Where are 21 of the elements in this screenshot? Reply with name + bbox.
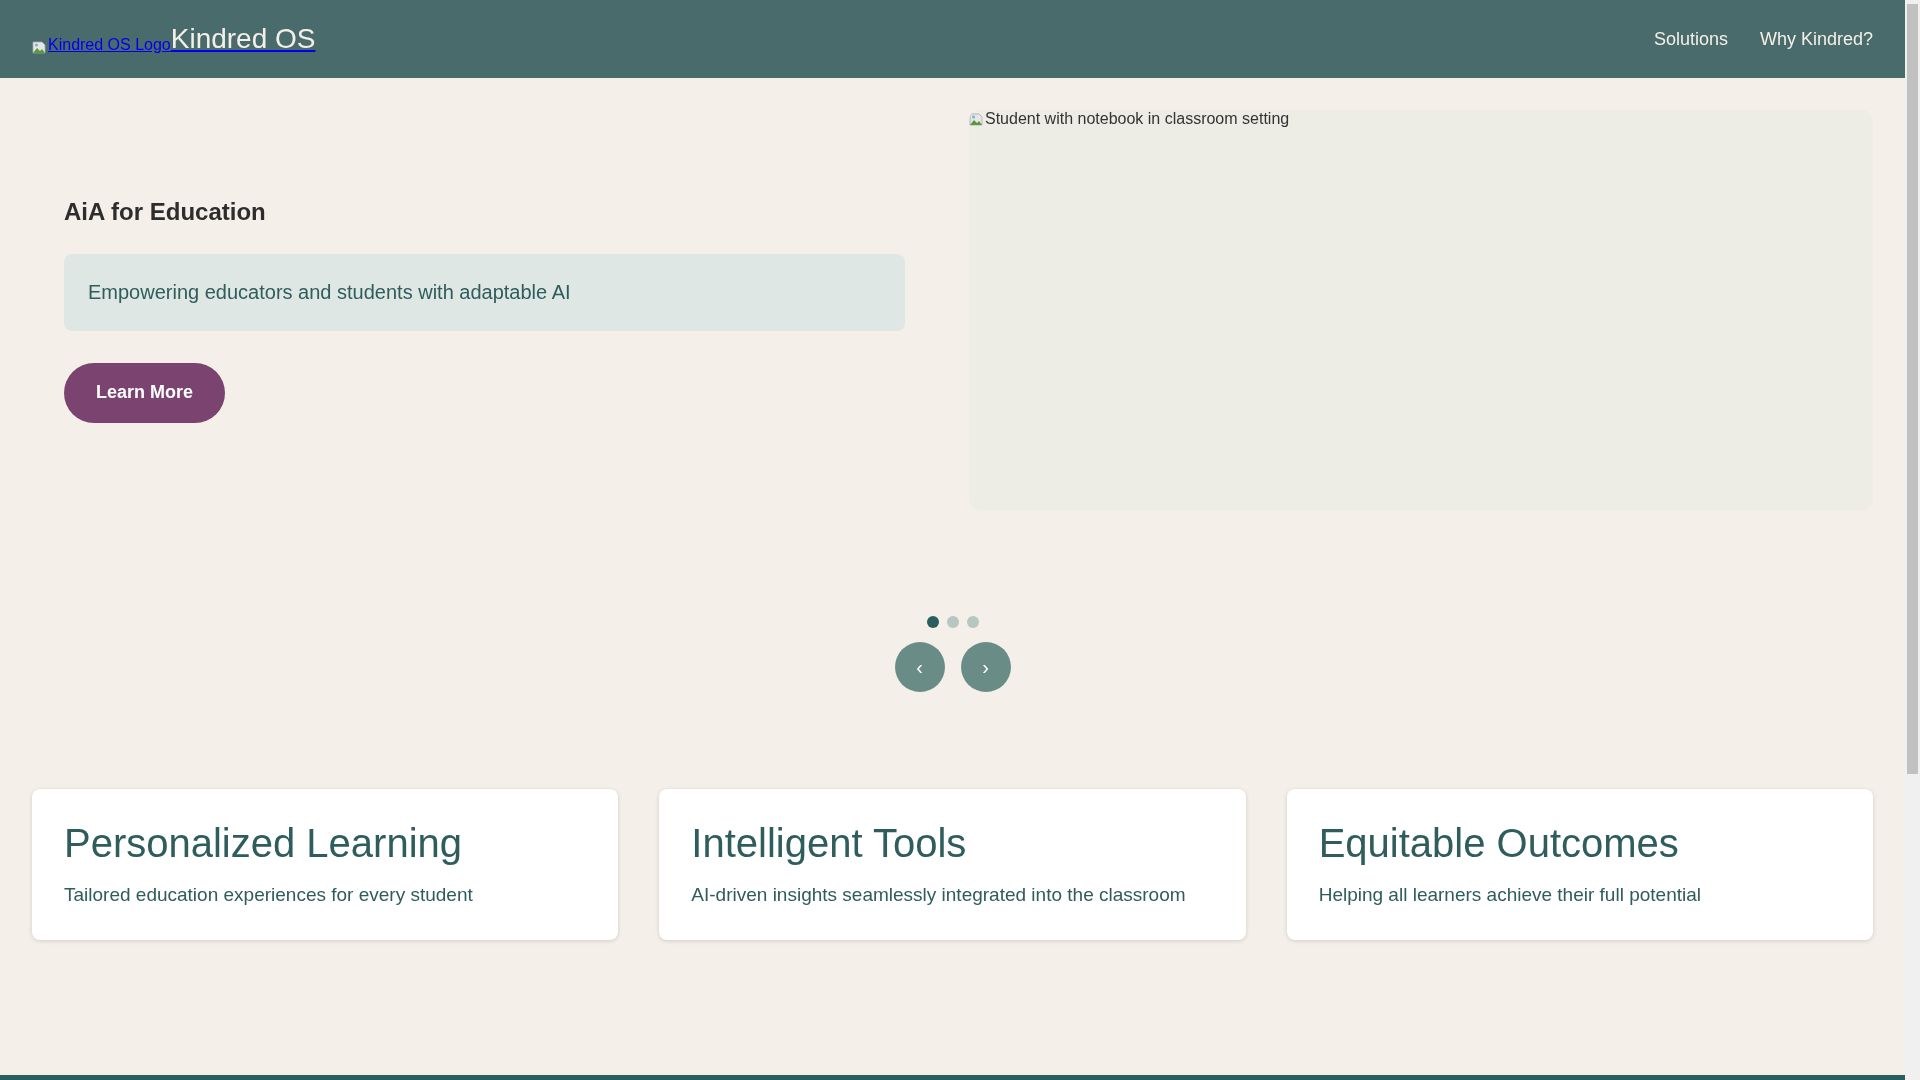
hero-subtitle: Empowering educators and students with adaptable AI	[64, 253, 905, 331]
scrollbar[interactable]	[1905, 0, 1920, 1080]
feature-text: AI-driven insights seamlessly integrated into the classroom	[691, 884, 1187, 906]
feature-title: Intelligent Tools	[691, 821, 968, 866]
nav-link[interactable]: Solutions	[1653, 28, 1728, 50]
feature-text: Tailored education experiences for every student	[64, 884, 474, 906]
feature-title: Personalized Learning	[64, 821, 464, 866]
scrollbar-thumb[interactable]	[1907, 4, 1918, 774]
broken-image-icon	[32, 39, 48, 55]
feature-title: Equitable Outcomes	[1318, 821, 1680, 866]
hero-title: AiA for Education	[64, 197, 267, 226]
next-button[interactable]: ›	[960, 642, 1011, 692]
carousel-dot[interactable]	[926, 616, 939, 628]
feature-text: Helping all learners achieve their full potential	[1318, 884, 1702, 906]
nav-link[interactable]: Why Kindred?	[1759, 28, 1873, 50]
learn-more-button[interactable]: Learn More	[64, 362, 226, 423]
image-alt-text: Student with notebook in classroom setting	[985, 110, 1290, 128]
carousel-dot[interactable]	[966, 616, 979, 628]
previous-button[interactable]: ‹	[894, 642, 945, 692]
carousel-dot[interactable]	[946, 616, 959, 628]
brand-link[interactable]: Kindred OS	[170, 23, 316, 55]
